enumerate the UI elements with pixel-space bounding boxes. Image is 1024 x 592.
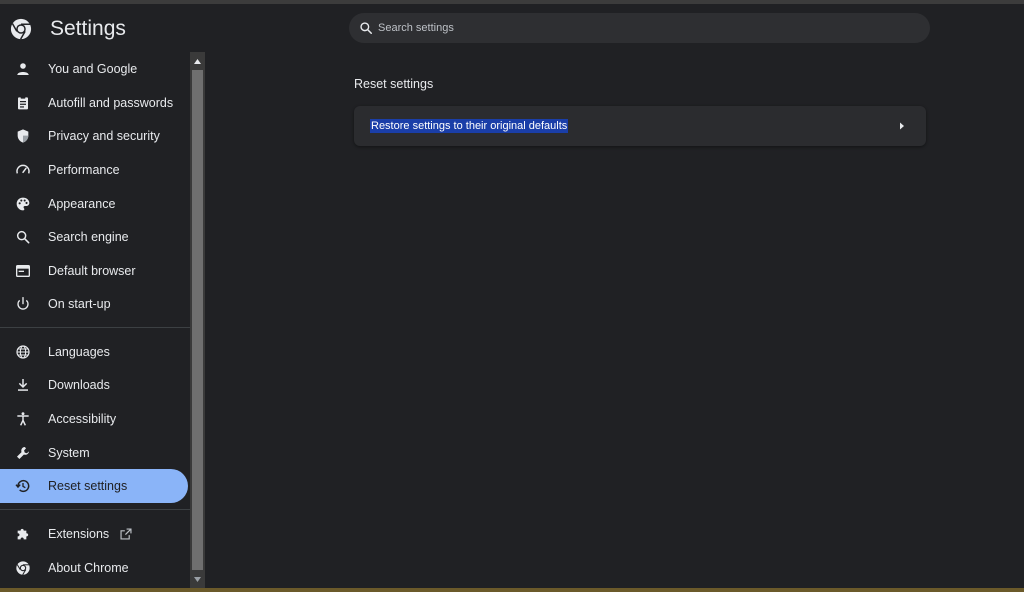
sidebar-item-label: Performance [48,163,120,177]
sidebar-item-label: Accessibility [48,412,117,426]
sidebar-item-appearance[interactable]: Appearance [0,187,188,221]
sidebar-scrollbar[interactable] [190,52,205,588]
shield-icon [14,127,32,145]
sidebar-item-reset-settings[interactable]: Reset settings [0,469,188,503]
open-in-new-icon [120,528,132,540]
sidebar: You and Google Autofill and passwords Pr… [0,52,190,588]
power-icon [14,295,32,313]
restore-defaults-row[interactable]: Restore settings to their original defau… [354,106,926,146]
search-input[interactable] [378,22,898,34]
window-top-border [0,0,1024,4]
sidebar-item-default-browser[interactable]: Default browser [0,254,188,288]
sidebar-item-search-engine[interactable]: Search engine [0,220,188,254]
brand: Settings [10,17,126,41]
sidebar-item-performance[interactable]: Performance [0,153,188,187]
sidebar-item-on-start-up[interactable]: On start-up [0,287,188,321]
clipboard-icon [14,94,32,112]
search-bar[interactable] [349,13,930,43]
restore-defaults-label: Restore settings to their original defau… [370,119,569,133]
sidebar-item-extensions[interactable]: Extensions [0,517,188,551]
sidebar-item-accessibility[interactable]: Accessibility [0,402,188,436]
scroll-down-arrow-icon[interactable] [190,572,205,586]
person-icon [14,60,32,78]
sidebar-item-label: Reset settings [48,479,128,493]
download-icon [14,376,32,394]
sidebar-item-privacy[interactable]: Privacy and security [0,119,188,153]
chrome-logo-icon [10,18,32,40]
sidebar-item-label: Languages [48,345,110,359]
chrome-icon [14,559,32,577]
sidebar-item-autofill[interactable]: Autofill and passwords [0,86,188,120]
sidebar-item-label: Search engine [48,230,129,244]
puzzle-icon [14,525,32,543]
page-title: Settings [50,17,126,40]
scrollbar-thumb[interactable] [192,70,203,570]
sidebar-item-label: Downloads [48,378,110,392]
sidebar-item-label: On start-up [48,297,111,311]
sidebar-divider [0,509,190,510]
sidebar-item-label: Default browser [48,264,136,278]
sidebar-item-languages[interactable]: Languages [0,335,188,369]
globe-icon [14,343,32,361]
sidebar-item-label: Privacy and security [48,129,160,143]
section-title: Reset settings [354,77,434,91]
speedometer-icon [14,161,32,179]
sidebar-item-label: System [48,446,90,460]
scroll-up-arrow-icon[interactable] [190,54,205,68]
accessibility-icon [14,410,32,428]
sidebar-divider [0,327,190,328]
sidebar-item-label: Appearance [48,197,116,211]
palette-icon [14,195,32,213]
sidebar-item-label: About Chrome [48,561,129,575]
chevron-right-icon [900,122,904,130]
search-icon [14,228,32,246]
browser-icon [14,262,32,280]
sidebar-item-about-chrome[interactable]: About Chrome [0,551,188,585]
restore-icon [14,477,32,495]
search-icon [360,22,373,35]
sidebar-item-label: Extensions [48,527,110,541]
sidebar-item-label: You and Google [48,62,138,76]
sidebar-item-downloads[interactable]: Downloads [0,368,188,402]
window-bottom-border [0,588,1024,592]
sidebar-item-label: Autofill and passwords [48,96,174,110]
wrench-icon [14,444,32,462]
sidebar-item-you-and-google[interactable]: You and Google [0,52,188,86]
sidebar-item-system[interactable]: System [0,436,188,470]
